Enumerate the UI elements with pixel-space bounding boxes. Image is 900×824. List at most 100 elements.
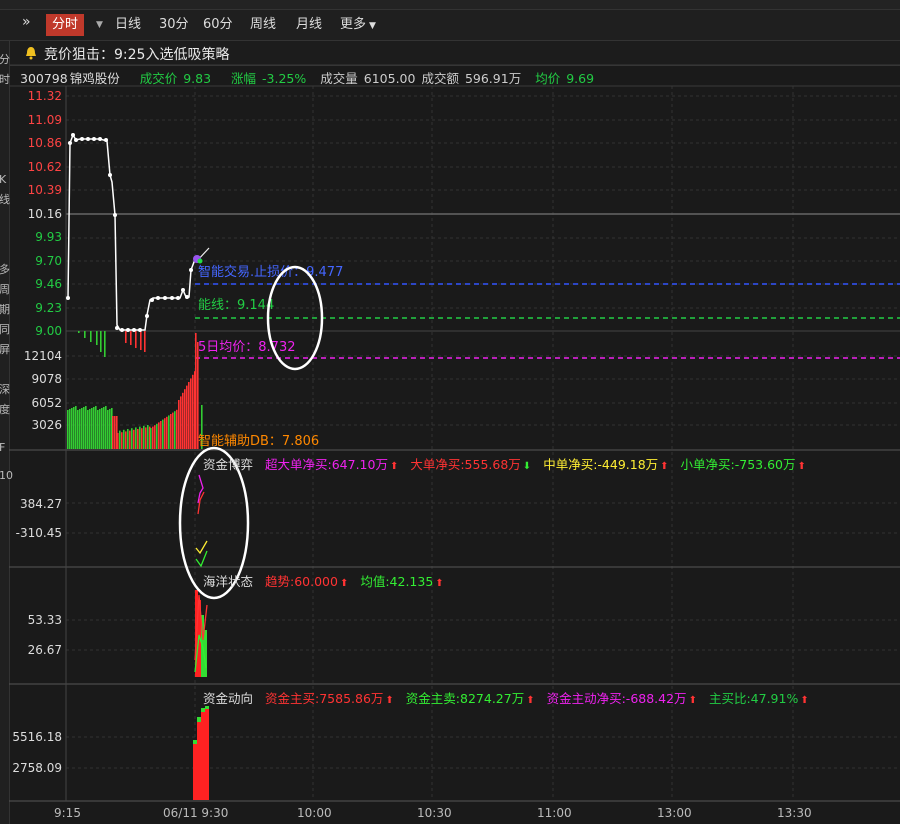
fund-game-items: 超大单净买:647.10万 ⬆ 大单净买:555.68万 ⬇ 中单净买:-449.18万… [265, 457, 818, 472]
volume-bar [172, 412, 174, 449]
fund-flow-title[interactable]: 资金动向 [203, 691, 253, 706]
volume-bar [69, 409, 71, 449]
price-dot [150, 298, 154, 302]
volume-bar [156, 423, 158, 449]
fund-flow-header: 资金动向 资金主买:7585.86万 ⬆ 资金主卖:8274.27万 ⬆ 资金主动净买:… [203, 688, 821, 707]
volume-bar [174, 411, 176, 449]
volume-bar [101, 408, 103, 449]
price-dot [126, 328, 130, 332]
volume-bar [71, 408, 73, 449]
volume-bar [139, 426, 141, 449]
arrow-up-icon: ⬆ [389, 461, 399, 472]
volume-bar [160, 421, 162, 449]
assist-label: 智能辅助DB：7.806 [198, 434, 319, 449]
volume-bar [168, 415, 170, 449]
volume-bar [131, 428, 133, 449]
fund-game-title[interactable]: 资金博弈 [203, 457, 253, 472]
fund-flow-items: 资金主买:7585.86万 ⬆ 资金主卖:8274.27万 ⬆ 资金主动净买:-688.… [265, 691, 821, 706]
price-dots [66, 133, 193, 332]
fund-game-item: 大单净买:555.68万 [410, 457, 521, 472]
fund-game-header: 资金博弈 超大单净买:647.10万 ⬆ 大单净买:555.68万 ⬇ 中单净买:-44… [203, 454, 818, 473]
price-dot [74, 138, 78, 142]
volume-bar [141, 428, 143, 449]
arrow-up-icon: ⬆ [800, 695, 809, 706]
time-tick: 13:30 [777, 806, 812, 820]
volume-bar [67, 410, 69, 449]
price-dot [132, 328, 136, 332]
ocean-header: 海洋状态 趋势:60.000 ⬆ 均值:42.135 ⬆ [203, 571, 456, 590]
ocean-item: 趋势:60.000 [265, 574, 338, 589]
fund-flow-item: 主买比:47.91% [708, 691, 799, 706]
price-line [67, 133, 197, 331]
volume-bar [182, 392, 184, 449]
energy-line-label: 能线：9.144 [198, 298, 274, 313]
price-dot [163, 296, 167, 300]
stop-loss-label: 智能交易.止损价：9.477 [198, 264, 343, 280]
volume-bar [99, 409, 101, 449]
arrow-up-icon: ⬆ [339, 578, 349, 589]
volume-bar [95, 406, 97, 449]
volume-bar [125, 431, 127, 449]
volume-bar [137, 429, 139, 449]
diff-bar [144, 331, 146, 352]
arrow-up-icon: ⬆ [526, 695, 535, 706]
fund-game-item: 超大单净买:647.10万 [265, 457, 388, 472]
small-order-line [195, 550, 208, 568]
arrow-up-icon: ⬆ [688, 695, 697, 706]
price-dot [138, 328, 142, 332]
ocean-title[interactable]: 海洋状态 [203, 574, 253, 589]
volume-bar [154, 425, 156, 449]
volume-bar [117, 433, 119, 449]
ocean-item: 均值:42.135 [360, 574, 434, 589]
volume-bar [97, 410, 99, 449]
price-dot [66, 296, 70, 300]
volume-bar [164, 418, 166, 449]
price-dot [189, 268, 193, 272]
price-diff-bars [78, 331, 146, 357]
volume-bar [109, 409, 111, 449]
diff-bar [140, 331, 142, 350]
diff-bar [100, 331, 102, 352]
time-tick: 9:15 [54, 806, 81, 820]
price-dot [120, 328, 124, 332]
volume-bar [145, 427, 147, 449]
diff-bar [130, 331, 132, 345]
volume-bar [91, 408, 93, 449]
arrow-up-icon: ⬆ [435, 578, 444, 589]
price-dot [71, 133, 75, 137]
volume-bar [158, 422, 160, 449]
volume-bar [135, 427, 137, 449]
price-dot [86, 137, 90, 141]
price-dot [115, 326, 119, 330]
volume-bar [89, 409, 91, 449]
diff-bar [90, 331, 92, 342]
volume-bar [112, 416, 114, 449]
volume-bar [178, 400, 180, 449]
volume-bar [87, 410, 89, 449]
arrow-up-icon: ⬆ [660, 461, 669, 472]
volume-bar [195, 333, 197, 449]
volume-bar [133, 429, 135, 449]
volume-bar [162, 419, 164, 449]
price-dot [92, 137, 96, 141]
volume-bar [105, 406, 107, 449]
time-tick: 11:00 [537, 806, 572, 820]
volume-bar [190, 378, 192, 449]
volume-bar [150, 428, 152, 449]
volume-bar [192, 374, 194, 449]
fund-flow-item: 资金主买:7585.86万 [265, 691, 384, 706]
volume-bar [93, 407, 95, 449]
diff-bar [104, 331, 106, 357]
arrow-up-icon: ⬆ [797, 461, 806, 472]
volume-bar [188, 382, 190, 449]
volume-bar [79, 409, 81, 449]
fund-flow-item: 资金主动净买:-688.42万 [546, 691, 687, 706]
volume-bar [129, 430, 131, 449]
volume-bar [127, 429, 129, 449]
price-dot [98, 137, 102, 141]
volume-bar [147, 425, 149, 449]
volume-bars [67, 333, 203, 449]
price-dot [145, 314, 149, 318]
diff-bar [84, 331, 86, 338]
price-dot [170, 296, 174, 300]
